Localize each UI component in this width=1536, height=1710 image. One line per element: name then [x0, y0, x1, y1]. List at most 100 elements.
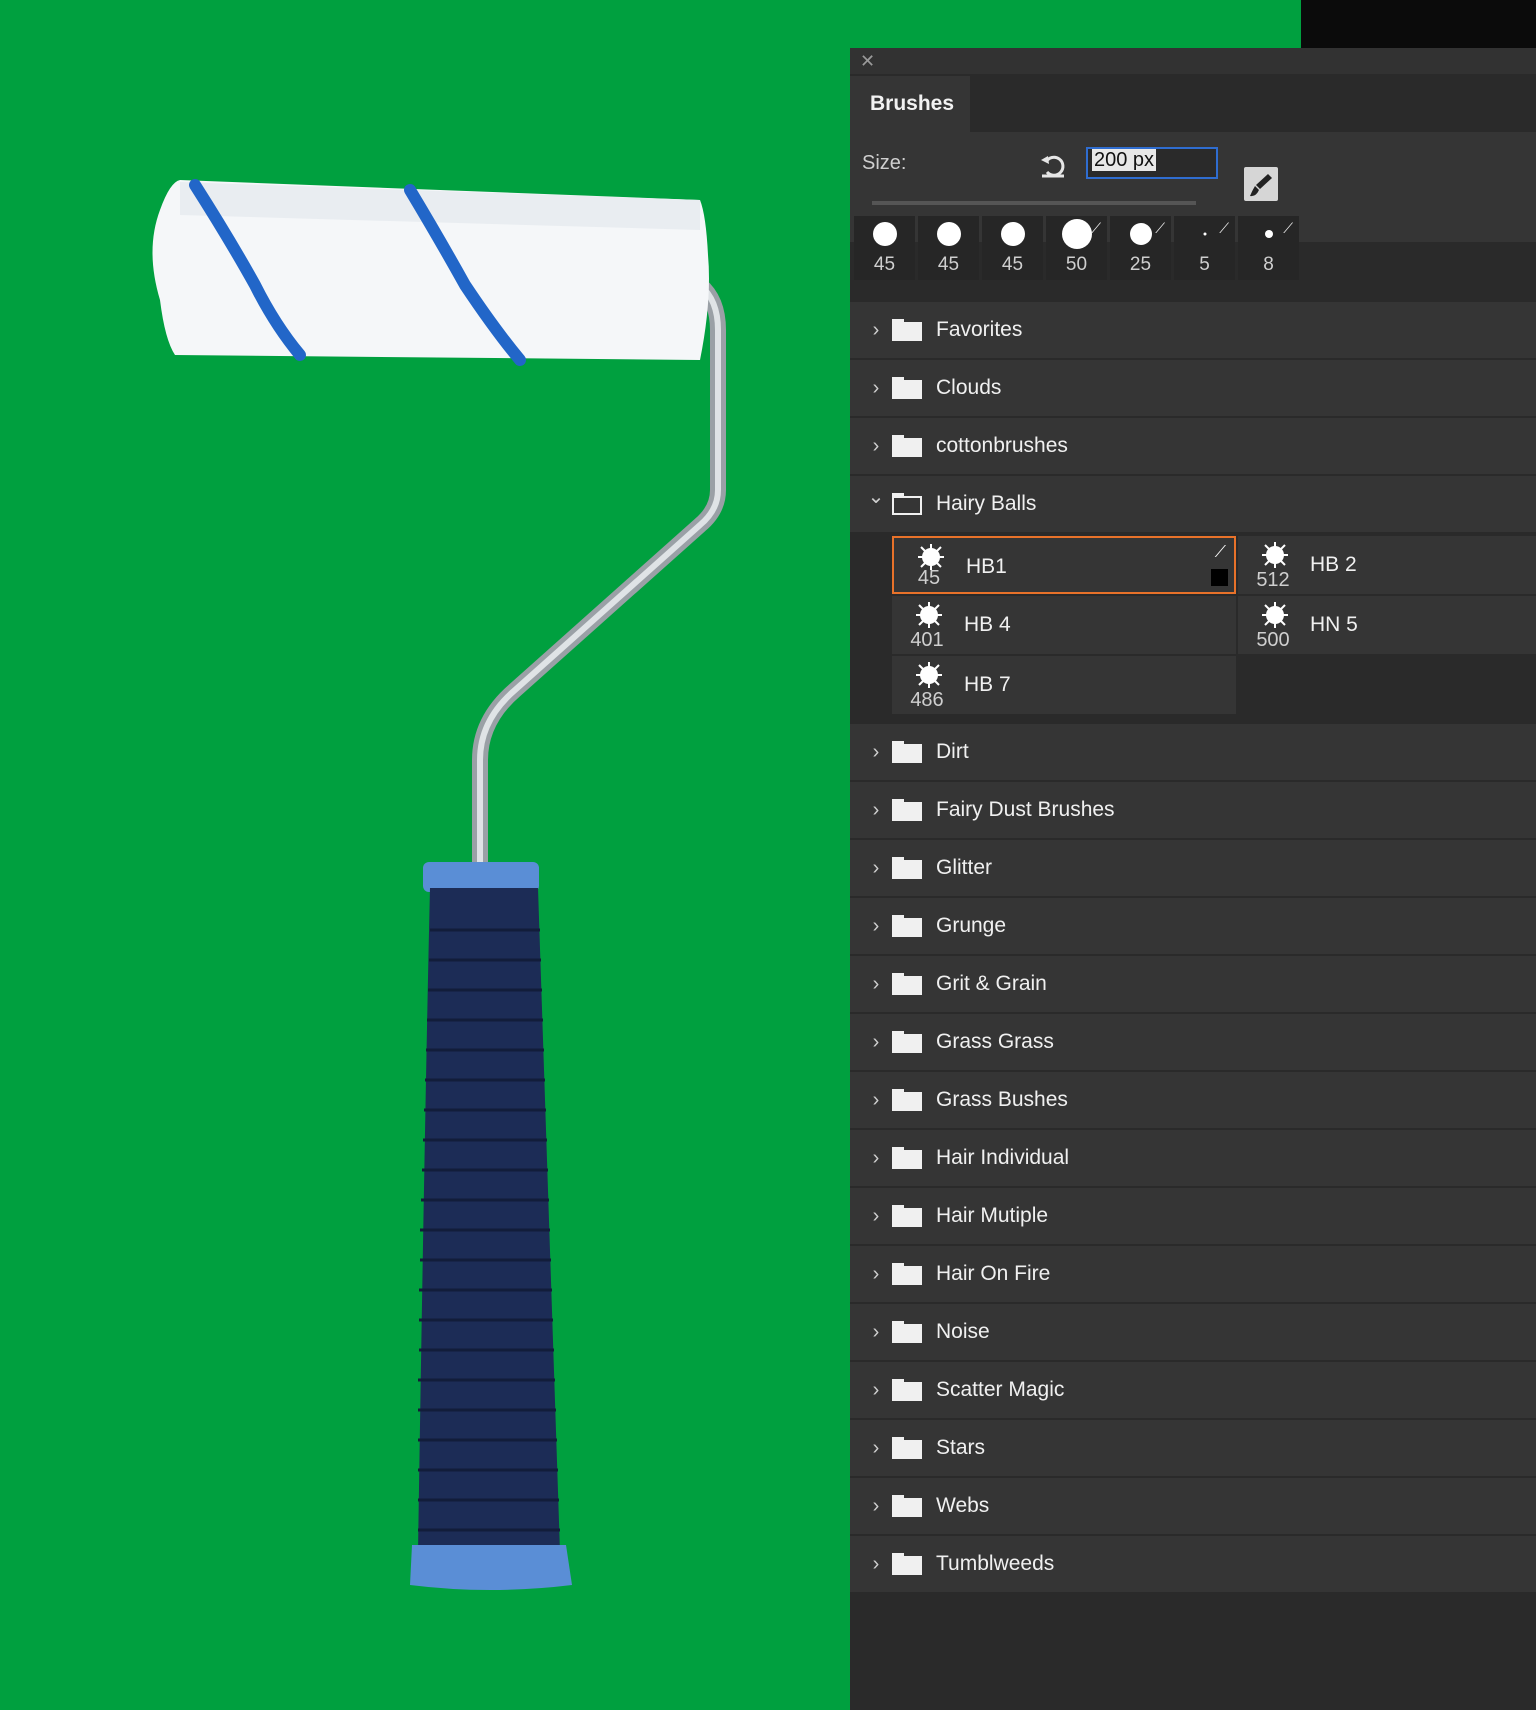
- brushes-panel: ✕ Brushes Size: 200 px 45 45 45 ⟋ 50 ⟋ 25 ⟋ 5 ⟋ 8: [850, 48, 1536, 1710]
- size-label: Size:: [862, 152, 907, 174]
- folder-icon: [892, 799, 922, 821]
- brush-group-name: Grass Bushes: [936, 1088, 1068, 1111]
- brush-preset[interactable]: 45: [982, 216, 1043, 280]
- brush-group[interactable]: › Noise: [850, 1304, 1536, 1362]
- chevron-right-icon[interactable]: ›: [866, 1495, 886, 1518]
- brush-group[interactable]: › Grass Bushes: [850, 1072, 1536, 1130]
- brush-group[interactable]: › Hair Mutiple: [850, 1188, 1536, 1246]
- brush-preset-size: 50: [1065, 254, 1088, 275]
- brush-preset-size: 45: [1001, 254, 1024, 275]
- size-controls: Size: 200 px 45 45 45 ⟋ 50 ⟋ 25 ⟋ 5 ⟋ 8: [850, 132, 1536, 280]
- brush-tip-icon: [1000, 222, 1025, 246]
- close-icon[interactable]: ✕: [860, 51, 875, 71]
- chevron-right-icon[interactable]: ›: [866, 1437, 886, 1460]
- chevron-right-icon[interactable]: ›: [866, 1031, 886, 1054]
- brush-group[interactable]: › Stars: [850, 1420, 1536, 1478]
- brush-group[interactable]: › cottonbrushes: [850, 418, 1536, 476]
- brush-size: 500: [1256, 629, 1290, 651]
- brush-preset[interactable]: 45: [854, 216, 915, 280]
- brush-group[interactable]: › Favorites: [850, 302, 1536, 360]
- hairy-balls-brush-grid: 45 HB1 ⟋ 512 HB 2 401 HB 4 500 HN 5 486 HB 7: [850, 534, 1536, 724]
- brush-item[interactable]: 500 HN 5: [1238, 596, 1536, 654]
- brush-group-name: Glitter: [936, 856, 993, 879]
- folder-icon: [892, 857, 922, 879]
- brush-group[interactable]: › Fairy Dust Brushes: [850, 782, 1536, 840]
- chevron-right-icon[interactable]: ›: [866, 973, 886, 996]
- brush-group[interactable]: › Grass Grass: [850, 1014, 1536, 1072]
- brush-group[interactable]: › Dirt: [850, 724, 1536, 782]
- chevron-right-icon[interactable]: ›: [866, 1147, 886, 1170]
- brush-preset[interactable]: ⟋ 50: [1046, 216, 1107, 280]
- brush-tip-icon: [872, 222, 897, 246]
- brush-group-name: Tumblweeds: [936, 1552, 1055, 1575]
- chevron-right-icon[interactable]: ›: [866, 377, 886, 400]
- brush-item[interactable]: 401 HB 4: [892, 596, 1236, 654]
- brush-group-name: Grit & Grain: [936, 972, 1047, 995]
- brush-settings-button[interactable]: [1244, 167, 1278, 201]
- brush-tip-icon: [904, 600, 954, 630]
- brush-preset-size: 45: [873, 254, 896, 275]
- brush-group[interactable]: › Tumblweeds: [850, 1536, 1536, 1594]
- brush-group[interactable]: › Grit & Grain: [850, 956, 1536, 1014]
- folder-icon: [892, 1321, 922, 1343]
- brush-tip-icon: [1250, 540, 1300, 570]
- brush-group[interactable]: › Hair Individual: [850, 1130, 1536, 1188]
- folder-icon: [892, 1553, 922, 1575]
- chevron-right-icon[interactable]: ›: [866, 1089, 886, 1112]
- folder-icon: [892, 1089, 922, 1111]
- brush-group-name: Hairy Balls: [936, 492, 1037, 515]
- brush-icon: ⟋: [1091, 220, 1101, 236]
- chevron-right-icon[interactable]: ›: [866, 915, 886, 938]
- folder-icon: [892, 1263, 922, 1285]
- brush-name: HB 7: [964, 673, 1011, 696]
- folder-icon: [892, 1205, 922, 1227]
- chevron-right-icon[interactable]: ›: [866, 435, 886, 458]
- brush-group[interactable]: › Webs: [850, 1478, 1536, 1536]
- size-input-value: 200 px: [1092, 149, 1157, 171]
- brush-group[interactable]: › Glitter: [850, 840, 1536, 898]
- brush-group[interactable]: › Grunge: [850, 898, 1536, 956]
- brush-preset-size: 5: [1199, 254, 1210, 275]
- chevron-right-icon[interactable]: ›: [866, 1205, 886, 1228]
- size-input[interactable]: 200 px: [1086, 147, 1218, 179]
- brush-group[interactable]: › Scatter Magic: [850, 1362, 1536, 1420]
- brush-presets: 45 45 45 ⟋ 50 ⟋ 25 ⟋ 5 ⟋ 8: [854, 216, 1302, 280]
- folder-icon: [892, 973, 922, 995]
- brush-group[interactable]: › Hair On Fire: [850, 1246, 1536, 1304]
- chevron-right-icon[interactable]: ›: [866, 857, 886, 880]
- brush-group[interactable]: ⌄ Hairy Balls: [850, 476, 1536, 534]
- brush-item[interactable]: 486 HB 7: [892, 656, 1236, 714]
- brush-item[interactable]: 512 HB 2: [1238, 536, 1536, 594]
- folder-icon: [892, 1379, 922, 1401]
- reset-icon[interactable]: [1038, 150, 1068, 180]
- brush-name: HB 4: [964, 613, 1011, 636]
- brush-group-name: Webs: [936, 1494, 990, 1517]
- brush-preset[interactable]: ⟋ 25: [1110, 216, 1171, 280]
- brush-group-name: Grass Grass: [936, 1030, 1054, 1053]
- chevron-right-icon[interactable]: ›: [866, 741, 886, 764]
- chevron-right-icon[interactable]: ›: [866, 1321, 886, 1344]
- brush-tip-icon: [936, 222, 961, 246]
- chevron-right-icon[interactable]: ›: [866, 1263, 886, 1286]
- brush-tip-icon: [1250, 600, 1300, 630]
- chevron-down-icon[interactable]: ⌄: [866, 484, 886, 509]
- brush-name: HN 5: [1310, 613, 1358, 636]
- brush-preset[interactable]: ⟋ 5: [1174, 216, 1235, 280]
- brush-item[interactable]: 45 HB1 ⟋: [892, 536, 1236, 594]
- chevron-right-icon[interactable]: ›: [866, 799, 886, 822]
- brush-icon: ⟋: [1214, 544, 1226, 561]
- size-slider-track[interactable]: [872, 201, 1196, 205]
- brush-tip-icon: [1203, 232, 1206, 236]
- folder-icon: [892, 1495, 922, 1517]
- brush-preset[interactable]: ⟋ 8: [1238, 216, 1299, 280]
- brush-group[interactable]: › Clouds: [850, 360, 1536, 418]
- brush-icon: ⟋: [1219, 220, 1229, 236]
- brush-name: HB1: [966, 555, 1007, 578]
- brush-group-name: Noise: [936, 1320, 990, 1343]
- tab-brushes[interactable]: Brushes: [850, 76, 970, 132]
- brush-preset[interactable]: 45: [918, 216, 979, 280]
- chevron-right-icon[interactable]: ›: [866, 319, 886, 342]
- chevron-right-icon[interactable]: ›: [866, 1379, 886, 1402]
- brush-tip-icon: [904, 660, 954, 690]
- chevron-right-icon[interactable]: ›: [866, 1553, 886, 1576]
